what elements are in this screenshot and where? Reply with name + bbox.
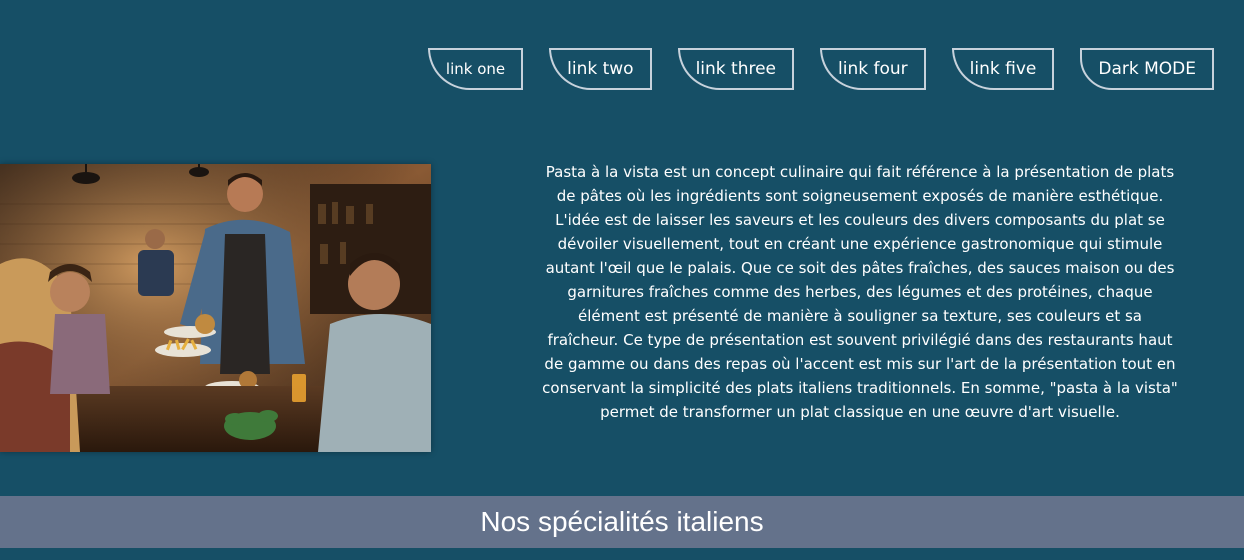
nav-link-five[interactable]: link five <box>951 48 1055 90</box>
section-title: Nos spécialités italiens <box>480 506 764 537</box>
nav-link-two[interactable]: link two <box>549 48 652 90</box>
nav-link-three[interactable]: link three <box>677 48 795 90</box>
dark-mode-button[interactable]: Dark MODE <box>1080 48 1214 90</box>
nav-link-four[interactable]: link four <box>820 48 926 90</box>
section-header-bar: Nos spécialités italiens <box>0 496 1244 548</box>
page: link one link two link three link four l… <box>0 0 1244 560</box>
top-navigation: link one link two link three link four l… <box>427 48 1214 90</box>
restaurant-photo <box>0 164 431 452</box>
hero-description: Pasta à la vista est un concept culinair… <box>542 163 1178 421</box>
restaurant-scene-image <box>0 164 431 452</box>
bottom-strip <box>0 548 1244 560</box>
nav-link-one[interactable]: link one <box>427 48 524 90</box>
